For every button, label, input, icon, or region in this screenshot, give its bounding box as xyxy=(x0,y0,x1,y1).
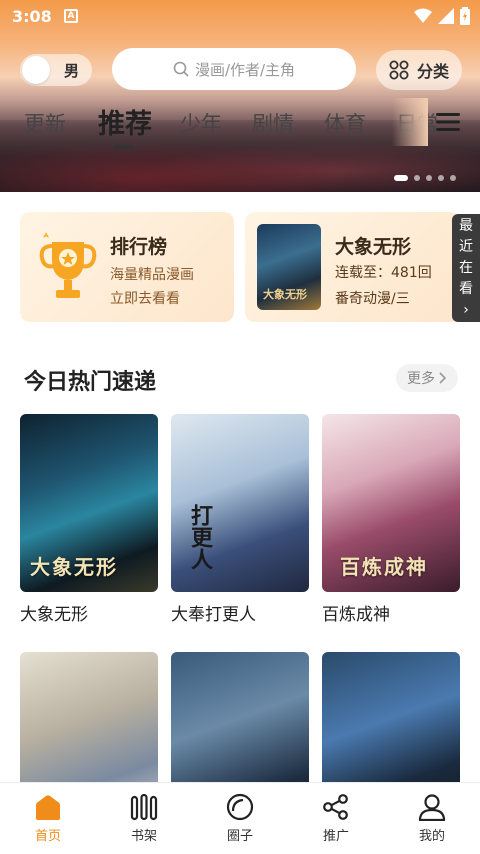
recent-comic-publisher: 番奇动漫/三 xyxy=(335,291,410,307)
tab-recommend[interactable]: 推荐 xyxy=(98,102,152,141)
carousel-dot xyxy=(438,175,444,181)
nav-home-label: 首页 xyxy=(34,829,61,844)
status-icons xyxy=(414,7,470,25)
gender-toggle[interactable]: 男 xyxy=(20,54,92,86)
nav-bookshelf-label: 书架 xyxy=(130,829,157,844)
comic-cover-text: 大象无形 xyxy=(30,555,118,579)
nav-promote-label: 推广 xyxy=(322,829,349,844)
menu-icon[interactable] xyxy=(436,112,460,132)
nav-profile-label: 我的 xyxy=(418,829,445,844)
more-button[interactable]: 更多 xyxy=(396,364,458,392)
status-time: 3:08 xyxy=(12,7,52,26)
comic-item[interactable] xyxy=(322,652,460,782)
recent-cover-text: 大象无形 xyxy=(263,288,307,301)
comic-title: 大奉打更人 xyxy=(171,605,256,625)
tab-drama[interactable]: 剧情 xyxy=(252,108,294,138)
nav-circle[interactable]: 圈子 xyxy=(210,793,270,844)
gender-toggle-knob xyxy=(22,56,50,84)
status-bar: 3:08 A xyxy=(0,0,480,34)
tab-shonen[interactable]: 少年 xyxy=(180,108,222,138)
comic-cover-text: 打更人 xyxy=(187,504,212,570)
category-button[interactable]: 分类 xyxy=(376,50,462,90)
recent-comic-title: 大象无形 xyxy=(335,236,412,258)
carousel-dot xyxy=(426,175,432,181)
comic-item[interactable]: 百炼成神 百炼成神 xyxy=(322,414,460,625)
home-icon xyxy=(36,795,60,820)
trophy-icon xyxy=(39,232,97,298)
bookshelf-icon xyxy=(130,793,158,821)
carousel-indicator xyxy=(394,175,456,181)
bottom-navigation: 首页 书架 圈子 推广 我的 xyxy=(0,782,480,854)
recent-comic-cover: 大象无形 xyxy=(257,224,321,310)
ranking-subtitle: 海量精品漫画 xyxy=(110,267,194,283)
carousel-dot xyxy=(414,175,420,181)
signal-icon xyxy=(438,8,454,24)
comic-cover xyxy=(171,652,309,782)
recent-tab-char: 在 xyxy=(459,259,473,276)
comic-cover xyxy=(322,652,460,782)
section-title: 今日热门速递 xyxy=(24,370,157,395)
comic-item[interactable] xyxy=(20,652,158,782)
comic-cover-text: 百炼成神 xyxy=(340,555,428,579)
recent-comic-progress: 连载至：481回 xyxy=(335,265,432,281)
ranking-card[interactable]: 排行榜 海量精品漫画 立即去看看 xyxy=(20,212,234,322)
ranking-cta: 立即去看看 xyxy=(110,291,180,307)
category-label: 分类 xyxy=(416,62,449,81)
nav-bookshelf[interactable]: 书架 xyxy=(114,793,174,844)
chevron-right-icon xyxy=(439,372,447,384)
search-placeholder: 漫画/作者/主角 xyxy=(194,60,296,79)
nav-circle-label: 圈子 xyxy=(226,829,253,844)
circle-icon xyxy=(226,793,254,821)
nav-promote[interactable]: 推广 xyxy=(306,793,366,844)
comic-item[interactable] xyxy=(171,652,309,782)
main-content: 排行榜 海量精品漫画 立即去看看 大象无形 大象无形 连载至：481回 番奇动漫… xyxy=(0,192,480,782)
comic-item[interactable]: 打更人 大奉打更人 xyxy=(171,414,309,625)
chevron-right-icon: › xyxy=(463,301,469,318)
search-icon xyxy=(173,61,189,77)
more-label: 更多 xyxy=(407,371,435,387)
comic-cover: 打更人 xyxy=(171,414,309,592)
battery-icon xyxy=(460,7,470,25)
comic-cover: 百炼成神 xyxy=(322,414,460,592)
recent-reading-tab[interactable]: 最 近 在 看 › xyxy=(452,214,480,322)
comic-title: 百炼成神 xyxy=(322,605,390,625)
ranking-title: 排行榜 xyxy=(110,236,168,258)
carousel-dot xyxy=(450,175,456,181)
share-icon xyxy=(323,794,348,820)
tab-update[interactable]: 更新 xyxy=(24,108,66,138)
tab-sports[interactable]: 体育 xyxy=(324,108,366,138)
header-toolbar: 男 漫画/作者/主角 分类 xyxy=(0,46,480,94)
comic-cover: 大象无形 xyxy=(20,414,158,592)
user-icon xyxy=(418,794,446,821)
nav-profile[interactable]: 我的 xyxy=(402,793,462,844)
carousel-dot xyxy=(394,175,408,181)
nav-home[interactable]: 首页 xyxy=(18,793,78,844)
category-icon xyxy=(389,60,409,80)
recent-tab-char: 看 xyxy=(459,280,473,297)
active-tab-indicator xyxy=(114,145,134,149)
comic-title: 大象无形 xyxy=(20,605,88,625)
tab-overflow-fade xyxy=(392,98,428,146)
notification-icon: A xyxy=(64,9,78,23)
recent-tab-char: 最 xyxy=(459,217,473,234)
wifi-icon xyxy=(414,8,432,23)
search-input[interactable]: 漫画/作者/主角 xyxy=(112,48,356,90)
recent-reading-card[interactable]: 大象无形 大象无形 连载至：481回 番奇动漫/三 xyxy=(245,212,460,322)
recent-tab-char: 近 xyxy=(459,238,473,255)
gender-label: 男 xyxy=(64,61,80,80)
comic-cover xyxy=(20,652,158,782)
comic-item[interactable]: 大象无形 大象无形 xyxy=(20,414,158,625)
